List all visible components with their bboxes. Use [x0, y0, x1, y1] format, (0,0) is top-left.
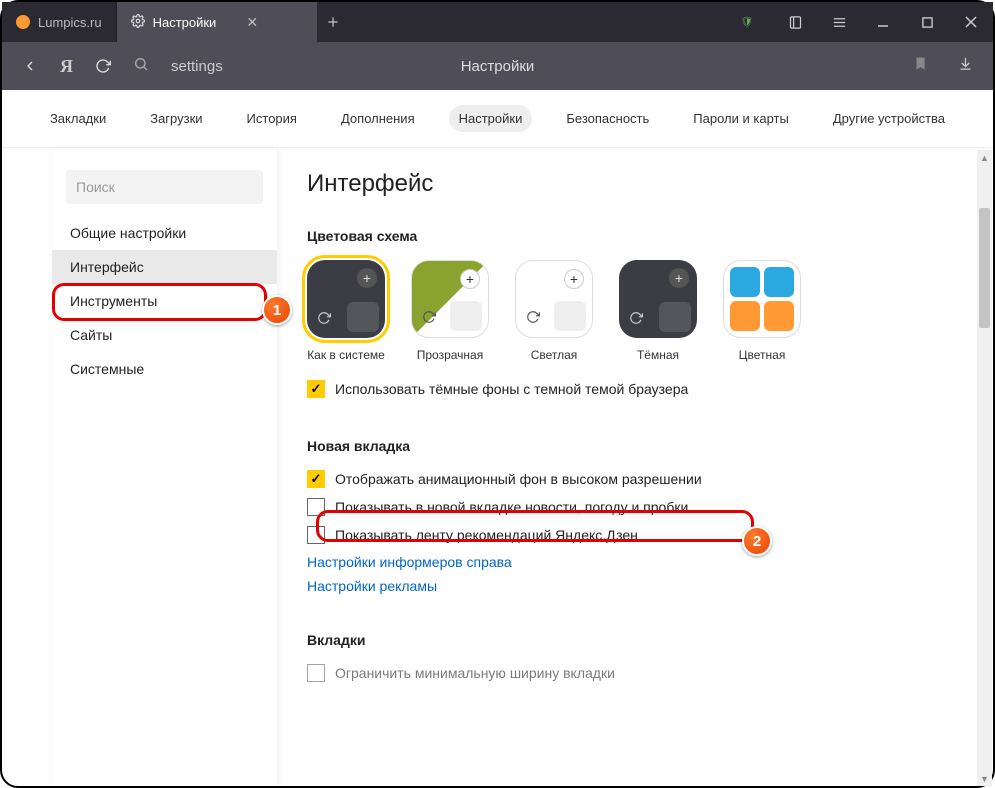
topnav-settings[interactable]: Настройки	[449, 105, 533, 132]
link-informers[interactable]: Настройки информеров справа	[307, 554, 963, 570]
checkbox-show-news[interactable]: Показывать в новой вкладке новости, пого…	[307, 498, 963, 516]
mini-tile	[347, 302, 379, 332]
url-text[interactable]: settings	[171, 58, 223, 75]
mini-tile	[554, 301, 586, 331]
topnav-history[interactable]: История	[237, 105, 307, 132]
topnav-devices[interactable]: Другие устройства	[823, 105, 955, 132]
minimize-button[interactable]	[861, 2, 905, 42]
tab-label: Lumpics.ru	[38, 15, 102, 30]
sidebar-item-system[interactable]: Системные	[52, 352, 277, 386]
checkbox-icon	[307, 526, 325, 544]
reload-icon	[317, 311, 331, 328]
back-button[interactable]	[22, 58, 38, 74]
scrollbar[interactable]: ▲ ▼	[977, 150, 992, 786]
yandex-logo[interactable]: Я	[60, 56, 73, 77]
reload-icon	[629, 311, 643, 328]
download-icon[interactable]	[958, 56, 973, 76]
reload-icon	[422, 310, 436, 327]
window-controls: 🛡	[725, 2, 993, 42]
topnav-passwords[interactable]: Пароли и карты	[683, 105, 799, 132]
sidebar-item-interface[interactable]: Интерфейс	[52, 250, 277, 284]
checkbox-icon	[307, 470, 325, 488]
sidebar-search[interactable]: Поиск	[66, 170, 263, 204]
theme-light[interactable]: + Светлая	[515, 260, 593, 362]
tile	[730, 301, 760, 331]
scroll-up-icon[interactable]: ▲	[977, 150, 992, 165]
tile	[764, 301, 794, 331]
address-bar: Я settings Настройки	[2, 42, 993, 90]
plus-icon: +	[564, 269, 584, 289]
checkbox-icon	[307, 664, 325, 682]
checkbox-min-tab-width[interactable]: Ограничить минимальную ширину вкладки	[307, 664, 963, 682]
settings-heading: Интерфейс	[307, 170, 963, 198]
maximize-button[interactable]	[905, 2, 949, 42]
annotation-badge-1: 1	[262, 295, 292, 325]
theme-label: Светлая	[531, 348, 578, 362]
theme-label: Тёмная	[637, 348, 679, 362]
topnav-bookmarks[interactable]: Закладки	[40, 105, 116, 132]
topnav-security[interactable]: Безопасность	[556, 105, 659, 132]
checkbox-label: Ограничить минимальную ширину вкладки	[335, 665, 615, 681]
tile	[730, 267, 760, 297]
tab-lumpics[interactable]: Lumpics.ru	[2, 2, 117, 42]
tab-settings[interactable]: Настройки ✕	[117, 2, 317, 42]
content-area: Поиск Общие настройки Интерфейс Инструме…	[2, 148, 993, 786]
theme-dark[interactable]: + Тёмная	[619, 260, 697, 362]
mini-tile	[450, 301, 482, 331]
mini-tile	[659, 302, 691, 332]
close-window-button[interactable]	[949, 2, 993, 42]
settings-sidebar: Поиск Общие настройки Интерфейс Инструме…	[52, 148, 277, 786]
tab-label: Настройки	[153, 15, 217, 30]
topnav-addons[interactable]: Дополнения	[331, 105, 425, 132]
bookmarks-icon[interactable]	[773, 2, 817, 42]
plus-icon: +	[357, 268, 377, 288]
settings-main: Интерфейс Цветовая схема + Как в системе…	[277, 148, 993, 786]
shield-icon[interactable]: 🛡	[725, 2, 769, 42]
link-ads[interactable]: Настройки рекламы	[307, 578, 963, 594]
section-newtab-title: Новая вкладка	[307, 438, 963, 454]
sidebar-item-tools[interactable]: Инструменты	[52, 284, 277, 318]
scroll-down-icon[interactable]: ▼	[977, 771, 992, 786]
close-tab-icon[interactable]: ✕	[246, 14, 258, 31]
section-tabs-title: Вкладки	[307, 632, 963, 648]
bookmark-icon[interactable]	[913, 56, 928, 76]
plus-icon: +	[460, 269, 480, 289]
theme-system[interactable]: + Как в системе	[307, 260, 385, 362]
checkbox-show-zen[interactable]: Показывать ленту рекомендаций Яндекс.Дзе…	[307, 526, 963, 544]
theme-label: Цветная	[739, 348, 786, 362]
favicon-lumpics	[16, 15, 30, 29]
plus-icon: +	[669, 268, 689, 288]
reload-icon	[526, 310, 540, 327]
site-info-icon[interactable]	[133, 56, 149, 77]
titlebar: Lumpics.ru Настройки ✕ 🛡	[2, 2, 993, 42]
reload-button[interactable]	[95, 58, 111, 74]
scrollbar-thumb[interactable]	[979, 208, 990, 328]
theme-label: Как в системе	[307, 348, 385, 362]
checkbox-icon	[307, 380, 325, 398]
new-tab-button[interactable]	[317, 2, 349, 42]
annotation-badge-2: 2	[742, 526, 772, 556]
menu-icon[interactable]	[817, 2, 861, 42]
checkbox-hires-animation[interactable]: Отображать анимационный фон в высоком ра…	[307, 470, 963, 488]
theme-colorful[interactable]: Цветная	[723, 260, 801, 362]
sidebar-item-general[interactable]: Общие настройки	[52, 216, 277, 250]
checkbox-label: Использовать тёмные фоны с темной темой …	[335, 381, 688, 397]
settings-topnav: Закладки Загрузки История Дополнения Нас…	[2, 90, 993, 148]
theme-list: + Как в системе + Прозрачная +	[307, 260, 963, 362]
checkbox-label: Показывать в новой вкладке новости, пого…	[335, 499, 688, 515]
search-placeholder: Поиск	[76, 179, 115, 195]
tile	[764, 267, 794, 297]
theme-label: Прозрачная	[417, 348, 483, 362]
gear-icon	[131, 14, 145, 31]
checkbox-dark-backgrounds[interactable]: Использовать тёмные фоны с темной темой …	[307, 380, 963, 398]
topnav-downloads[interactable]: Загрузки	[140, 105, 212, 132]
theme-transparent[interactable]: + Прозрачная	[411, 260, 489, 362]
checkbox-label: Показывать ленту рекомендаций Яндекс.Дзе…	[335, 527, 638, 543]
checkbox-icon	[307, 498, 325, 516]
page-title: Настройки	[461, 58, 535, 75]
section-color-scheme-title: Цветовая схема	[307, 228, 963, 244]
sidebar-item-sites[interactable]: Сайты	[52, 318, 277, 352]
checkbox-label: Отображать анимационный фон в высоком ра…	[335, 471, 702, 487]
